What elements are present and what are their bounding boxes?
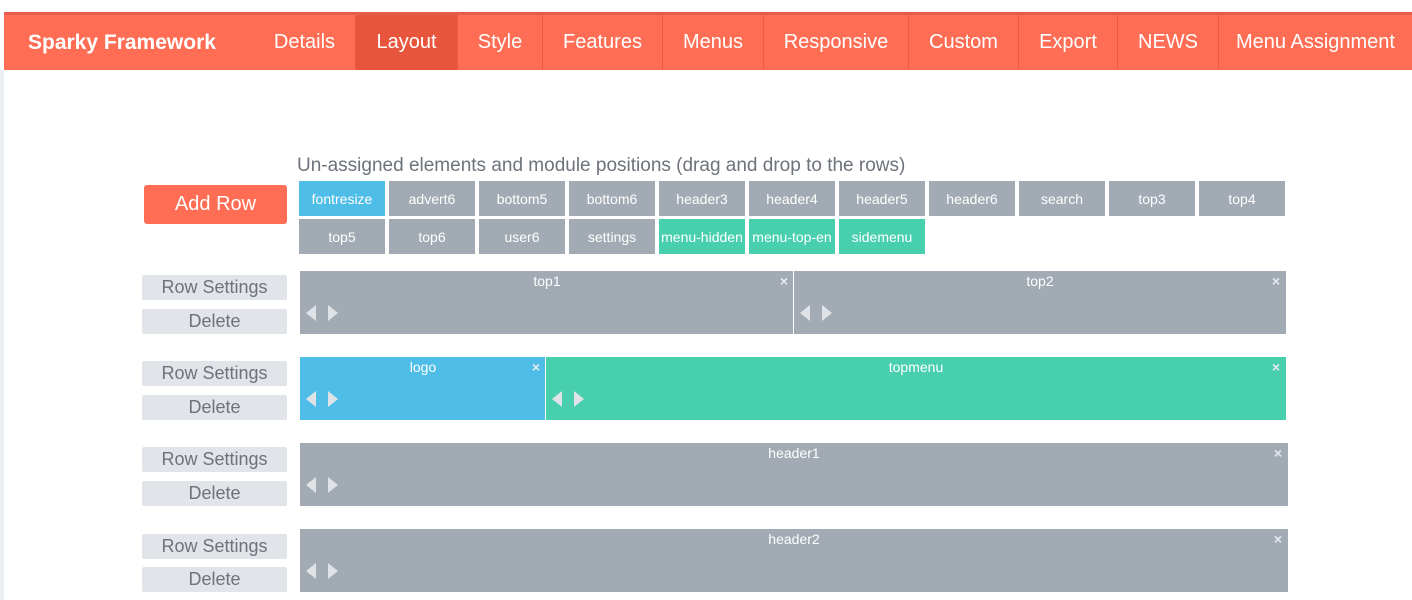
row-settings-button[interactable]: Row Settings bbox=[142, 361, 287, 386]
unassigned-heading: Un-assigned elements and module position… bbox=[297, 155, 906, 176]
row-module-cell[interactable]: header1 × bbox=[300, 443, 1288, 506]
arrow-right-icon[interactable] bbox=[328, 305, 338, 321]
unassigned-module-chip[interactable]: sidemenu bbox=[839, 219, 925, 254]
chip-label: top3 bbox=[1138, 190, 1166, 207]
unassigned-module-chip[interactable]: menu-hidden bbox=[659, 219, 745, 254]
chip-label: top5 bbox=[328, 228, 356, 245]
arrow-right-icon[interactable] bbox=[328, 563, 338, 579]
unassigned-module-chip[interactable]: advert6 bbox=[389, 181, 475, 216]
tab-export[interactable]: Export bbox=[1018, 15, 1117, 70]
unassigned-module-chip[interactable]: bottom6 bbox=[569, 181, 655, 216]
add-row-button[interactable]: Add Row bbox=[144, 185, 287, 224]
tab-menus[interactable]: Menus bbox=[662, 15, 763, 70]
row-module-cell[interactable]: top1 × bbox=[300, 271, 794, 334]
layout-row: header1 × bbox=[300, 443, 1288, 506]
arrow-left-icon[interactable] bbox=[552, 391, 562, 407]
tab-layout[interactable]: Layout bbox=[355, 15, 457, 70]
arrow-left-icon[interactable] bbox=[306, 305, 316, 321]
unassigned-module-chip[interactable]: header3 bbox=[659, 181, 745, 216]
delete-row-button[interactable]: Delete bbox=[142, 567, 287, 592]
brand-title: Sparky Framework bbox=[28, 30, 216, 54]
arrow-right-icon[interactable] bbox=[328, 391, 338, 407]
tab-details[interactable]: Details bbox=[254, 15, 355, 70]
tab-responsive[interactable]: Responsive bbox=[763, 15, 908, 70]
arrow-left-icon[interactable] bbox=[306, 477, 316, 493]
module-name: logo bbox=[409, 359, 437, 375]
row-settings-button[interactable]: Row Settings bbox=[142, 447, 287, 472]
layout-row: header2 × bbox=[300, 529, 1288, 592]
unassigned-module-chip[interactable]: header4 bbox=[749, 181, 835, 216]
chip-label: bottom5 bbox=[496, 190, 548, 207]
delete-row-button[interactable]: Delete bbox=[142, 309, 287, 334]
unassigned-module-chip[interactable]: user6 bbox=[479, 219, 565, 254]
tab-menu-assignment[interactable]: Menu Assignment bbox=[1218, 15, 1412, 70]
close-icon[interactable]: × bbox=[1270, 360, 1282, 374]
module-name: header1 bbox=[768, 445, 820, 461]
row-module-cell[interactable]: top2 × bbox=[793, 271, 1286, 334]
module-name: top1 bbox=[533, 273, 561, 289]
unassigned-module-chip[interactable]: fontresize bbox=[299, 181, 385, 216]
unassigned-module-chip[interactable]: top4 bbox=[1199, 181, 1285, 216]
arrow-right-icon[interactable] bbox=[328, 477, 338, 493]
close-icon[interactable]: × bbox=[1272, 532, 1284, 546]
arrow-left-icon[interactable] bbox=[800, 305, 810, 321]
chip-label: bottom6 bbox=[586, 190, 638, 207]
close-icon[interactable]: × bbox=[1272, 446, 1284, 460]
chip-label: top4 bbox=[1228, 190, 1256, 207]
unassigned-module-chip[interactable]: header6 bbox=[929, 181, 1015, 216]
chip-label: settings bbox=[587, 228, 637, 245]
chip-label: header6 bbox=[946, 190, 998, 207]
chip-label: search bbox=[1040, 190, 1084, 207]
close-icon[interactable]: × bbox=[530, 360, 542, 374]
module-name: top2 bbox=[1026, 273, 1054, 289]
chip-label: menu-top-en bbox=[752, 228, 832, 245]
nav-tabs: Details Layout Style Features Menus Resp… bbox=[254, 15, 1412, 70]
unassigned-module-chip[interactable]: top3 bbox=[1109, 181, 1195, 216]
chip-label: top6 bbox=[418, 228, 446, 245]
tab-style[interactable]: Style bbox=[457, 15, 542, 70]
unassigned-module-chip[interactable]: top5 bbox=[299, 219, 385, 254]
module-name: topmenu bbox=[888, 359, 944, 375]
row-module-cell[interactable]: topmenu × bbox=[545, 357, 1286, 420]
arrow-left-icon[interactable] bbox=[306, 563, 316, 579]
chip-label: fontresize bbox=[311, 190, 373, 207]
unassigned-module-chip[interactable]: search bbox=[1019, 181, 1105, 216]
chip-label: user6 bbox=[504, 228, 540, 245]
row-settings-button[interactable]: Row Settings bbox=[142, 275, 287, 300]
unassigned-module-chip[interactable]: header5 bbox=[839, 181, 925, 216]
chip-label: header5 bbox=[856, 190, 908, 207]
delete-row-button[interactable]: Delete bbox=[142, 395, 287, 420]
unassigned-module-chip[interactable]: menu-top-en bbox=[749, 219, 835, 254]
arrow-right-icon[interactable] bbox=[822, 305, 832, 321]
chip-label: menu-hidden bbox=[661, 228, 743, 245]
chip-label: header4 bbox=[766, 190, 818, 207]
close-icon[interactable]: × bbox=[778, 274, 790, 288]
layout-row: top1 × top2 × bbox=[300, 271, 1286, 334]
row-module-cell[interactable]: header2 × bbox=[300, 529, 1288, 592]
row-module-cell[interactable]: logo × bbox=[300, 357, 546, 420]
chip-label: advert6 bbox=[408, 190, 456, 207]
arrow-right-icon[interactable] bbox=[574, 391, 584, 407]
delete-row-button[interactable]: Delete bbox=[142, 481, 287, 506]
chip-label: sidemenu bbox=[851, 228, 913, 245]
close-icon[interactable]: × bbox=[1270, 274, 1282, 288]
tab-news[interactable]: NEWS bbox=[1117, 15, 1218, 70]
unassigned-module-chip[interactable]: settings bbox=[569, 219, 655, 254]
unassigned-module-chip[interactable]: bottom5 bbox=[479, 181, 565, 216]
unassigned-module-chip[interactable]: top6 bbox=[389, 219, 475, 254]
chip-label: header3 bbox=[676, 190, 728, 207]
layout-row: logo × topmenu × bbox=[300, 357, 1286, 420]
left-edge-bar bbox=[0, 70, 4, 600]
module-name: header2 bbox=[768, 531, 820, 547]
arrow-left-icon[interactable] bbox=[306, 391, 316, 407]
tab-features[interactable]: Features bbox=[542, 15, 662, 70]
tab-custom[interactable]: Custom bbox=[908, 15, 1018, 70]
row-settings-button[interactable]: Row Settings bbox=[142, 534, 287, 559]
top-navbar: Sparky Framework Details Layout Style Fe… bbox=[4, 15, 1412, 70]
